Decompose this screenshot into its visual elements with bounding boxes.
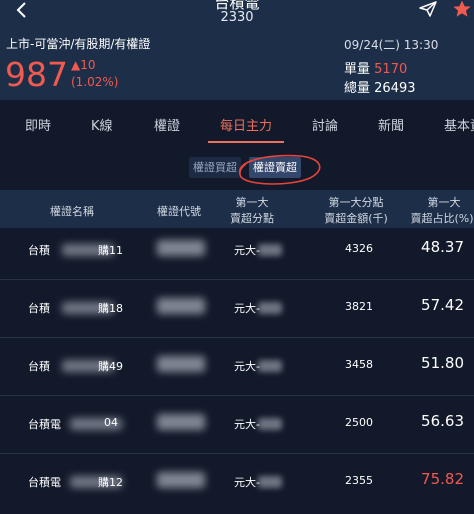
tab-news[interactable]: 新聞 — [378, 115, 404, 134]
sell-amount: 3458 — [345, 358, 373, 371]
sell-amount: 2500 — [345, 416, 373, 429]
total-volume: 總量 26493 — [344, 77, 416, 96]
warrant-name-prefix: 台積電 — [28, 418, 61, 431]
redacted-blur — [258, 244, 282, 256]
single-volume: 單量 5170 — [344, 58, 407, 77]
top-broker: 元大- — [234, 360, 260, 373]
sell-ratio: 57.42 — [421, 296, 464, 314]
top-broker: 元大- — [234, 302, 260, 315]
column-top-amount: 第一大分點 — [328, 196, 384, 209]
single-volume-label: 單量 — [344, 62, 371, 77]
column-warrant-name: 權證名稱 — [50, 205, 94, 218]
top-broker: 元大- — [234, 244, 260, 257]
warrant-name-suffix: 購18 — [98, 302, 123, 315]
column-top-broker: 第一大 — [235, 196, 269, 209]
tab-daily-main-force[interactable]: 每日主力 — [220, 115, 272, 134]
sell-ratio: 48.37 — [421, 238, 464, 256]
send-icon[interactable] — [418, 0, 438, 18]
redacted-blur — [157, 414, 205, 430]
column-warrant-code: 權證代號 — [157, 205, 201, 218]
redacted-blur — [258, 476, 282, 488]
price-change-value: 10 — [80, 58, 96, 72]
hand-drawn-circle-annotation — [239, 154, 321, 185]
warrant-name-suffix: 購12 — [98, 476, 123, 489]
up-triangle-icon: ▲ — [71, 58, 81, 72]
redacted-blur — [258, 418, 282, 430]
tab-discussion[interactable]: 討論 — [312, 115, 338, 134]
sell-amount: 4326 — [345, 242, 373, 255]
total-volume-value: 26493 — [374, 81, 416, 96]
price-change-percent: (1.02%) — [71, 75, 119, 89]
tab-kline[interactable]: K線 — [91, 115, 113, 134]
warrant-name-prefix: 台積 — [28, 302, 50, 315]
stock-header: 台積電 2330 上市-可當沖/有股期/有權證 09/24(二) 13:30 9… — [0, 0, 474, 100]
warrant-name-prefix: 台積 — [28, 244, 50, 257]
single-volume-value: 5170 — [374, 62, 408, 77]
redacted-blur — [258, 302, 282, 314]
warrant-name-suffix: 購49 — [98, 360, 123, 373]
redacted-blur — [157, 298, 205, 314]
top-broker: 元大- — [234, 476, 260, 489]
star-icon[interactable] — [452, 0, 472, 19]
table-row[interactable]: 台積 購11 元大- 4326 48.37 — [0, 222, 474, 280]
total-volume-label: 總量 — [344, 81, 371, 96]
sell-ratio: 56.63 — [421, 412, 464, 430]
tab-warrant[interactable]: 權證 — [154, 115, 180, 134]
price-change: ▲10 — [71, 58, 96, 72]
table-row[interactable]: 台積 購18 元大- 3821 57.42 — [0, 280, 474, 338]
sell-ratio: 75.82 — [421, 470, 464, 488]
market-tag: 上市-可當沖/有股期/有權證 — [6, 37, 151, 51]
warrant-name-prefix: 台積 — [28, 360, 50, 373]
tab-bar: 即時 K線 權證 每日主力 討論 新聞 基本資 — [0, 100, 474, 145]
sell-amount: 3821 — [345, 300, 373, 313]
active-tab-indicator — [208, 141, 284, 143]
warrant-name-suffix: 購11 — [98, 244, 123, 257]
redacted-blur — [157, 472, 205, 488]
redacted-blur — [157, 240, 205, 256]
table-row[interactable]: 台積電 04 元大- 2500 56.63 — [0, 396, 474, 454]
table-row[interactable]: 台積 購49 元大- 3458 51.80 — [0, 338, 474, 396]
warrant-name-prefix: 台積電 — [28, 476, 61, 489]
redacted-blur — [258, 360, 282, 372]
sell-ratio: 51.80 — [421, 354, 464, 372]
current-price: 987 — [5, 55, 68, 94]
warrant-name-suffix: 04 — [104, 416, 118, 429]
redacted-blur — [157, 356, 205, 372]
column-top-ratio: 第一大 — [427, 196, 461, 209]
table-row[interactable]: 台積電 購12 元大- 2355 75.82 — [0, 454, 474, 512]
top-broker: 元大- — [234, 418, 260, 431]
quote-datetime: 09/24(二) 13:30 — [344, 38, 439, 52]
tab-fundamentals[interactable]: 基本資 — [444, 115, 474, 134]
tab-realtime[interactable]: 即時 — [25, 115, 51, 134]
sell-amount: 2355 — [345, 474, 373, 487]
stock-code: 2330 — [220, 10, 254, 25]
